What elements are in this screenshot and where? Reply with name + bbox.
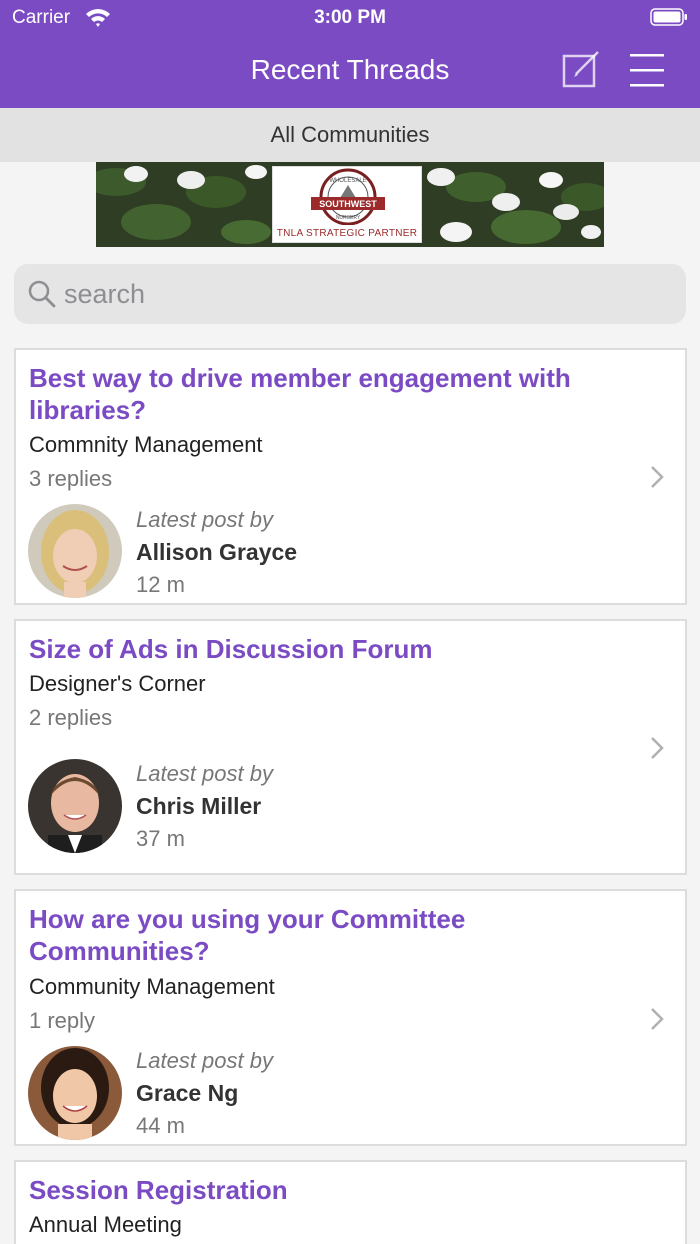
hamburger-menu-icon[interactable] [628,50,666,90]
thread-title[interactable]: Best way to drive member engagement with… [29,362,589,426]
latest-post-label: Latest post by [136,507,273,532]
post-author[interactable]: Grace Ng [136,1080,238,1107]
search-input[interactable] [64,274,664,314]
user-photo [28,759,122,853]
chevron-right-icon [651,737,664,759]
user-photo [28,1046,122,1140]
status-bar: Carrier 3:00 PM [0,0,700,36]
avatar[interactable] [28,759,122,853]
nursery-seal: WHOLESALE SOUTHWEST NURSERY [311,168,385,226]
thread-title[interactable]: Session Registration [29,1174,589,1206]
thread-card[interactable]: Best way to drive member engagement with… [14,348,687,605]
status-time: 3:00 PM [314,7,386,28]
thread-title[interactable]: How are you using your Committee Communi… [29,903,589,967]
post-time: 12 m [136,572,185,597]
thread-community: Commnity Management [29,432,263,457]
latest-post-label: Latest post by [136,761,273,786]
post-author[interactable]: Allison Grayce [136,539,297,566]
svg-text:SOUTHWEST: SOUTHWEST [319,199,377,209]
thread-card[interactable]: How are you using your Committee Communi… [14,889,687,1146]
post-time: 44 m [136,1113,185,1138]
avatar[interactable] [28,1046,122,1140]
post-time: 37 m [136,826,185,851]
thread-community: Designer's Corner [29,671,206,696]
thread-title[interactable]: Size of Ads in Discussion Forum [29,633,589,665]
thread-card[interactable]: Size of Ads in Discussion Forum Designer… [14,619,687,875]
chevron-right-icon [651,466,664,488]
search-icon [28,280,56,308]
thread-replies: 1 reply [29,1008,96,1033]
sponsor-banner[interactable]: WHOLESALE SOUTHWEST NURSERY TNLA STRATEG… [96,162,604,247]
latest-post-label: Latest post by [136,1048,273,1073]
search-bar[interactable] [14,264,686,324]
thread-community: Annual Meeting [29,1212,182,1237]
post-author[interactable]: Chris Miller [136,793,261,820]
community-filter[interactable]: All Communities [0,108,700,162]
svg-text:WHOLESALE: WHOLESALE [329,178,366,184]
thread-card[interactable]: Session Registration Annual Meeting [14,1160,687,1244]
user-photo [28,504,122,598]
svg-text:NURSERY: NURSERY [336,215,361,221]
thread-community: Community Management [29,974,275,999]
compose-icon[interactable] [560,48,602,90]
battery-icon [650,8,687,26]
chevron-right-icon [651,1008,664,1030]
thread-replies: 3 replies [29,466,113,491]
thread-replies: 2 replies [29,705,113,730]
sponsor-tagline: TNLA STRATEGIC PARTNER [276,228,418,239]
navigation-bar: Carrier 3:00 PM Recent Threads [0,0,700,108]
avatar[interactable] [28,504,122,598]
sponsor-logo: WHOLESALE SOUTHWEST NURSERY TNLA STRATEG… [272,166,422,243]
